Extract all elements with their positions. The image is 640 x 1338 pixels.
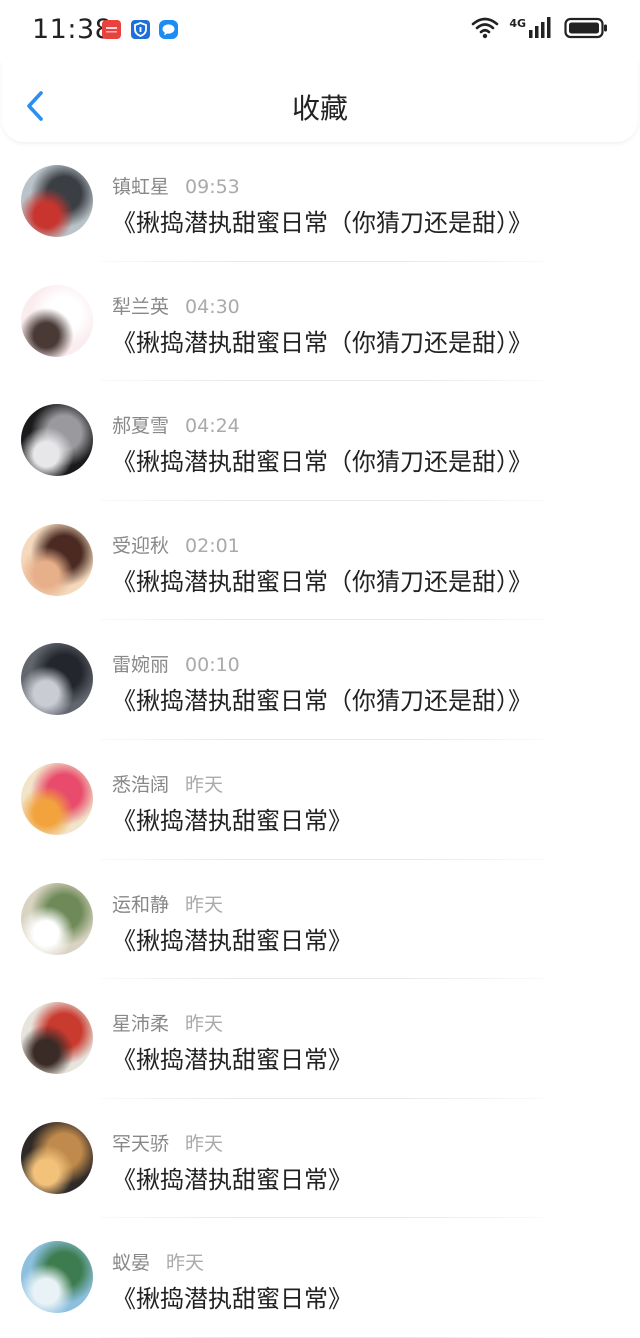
- list-item[interactable]: 星沛柔 昨天《揪捣潜执甜蜜日常》: [0, 979, 640, 1099]
- list-item[interactable]: 镇虹星 09:53 《揪捣潜执甜蜜日常（你猜刀还是甜）》: [0, 142, 640, 262]
- top-app-bar: 收藏: [2, 60, 638, 142]
- straws-avatar[interactable]: [21, 762, 93, 835]
- timestamp: 昨天: [185, 1132, 224, 1155]
- user-name[interactable]: 运和静: [112, 894, 169, 916]
- couple-avatar[interactable]: [21, 523, 93, 596]
- field-avatar[interactable]: [21, 882, 93, 955]
- timestamp: 昨天: [185, 1013, 224, 1036]
- item-meta: 郝夏雪 04:24: [112, 411, 240, 438]
- book-title[interactable]: 《揪捣潜执甜蜜日常》: [112, 1160, 352, 1195]
- user-name[interactable]: 罕天骄: [112, 1133, 169, 1155]
- timestamp: 02:01: [185, 534, 240, 557]
- list-item[interactable]: 受迎秋 02:01 《揪捣潜执甜蜜日常（你猜刀还是甜）》: [0, 501, 640, 621]
- anime-avatar[interactable]: [21, 404, 93, 477]
- network-type-label: 4G: [509, 16, 526, 30]
- list-item[interactable]: 雷婉丽 00:10 《揪捣潜执甜蜜日常（你猜刀还是甜）》: [0, 620, 640, 740]
- timestamp: 昨天: [185, 893, 224, 916]
- sunset-avatar[interactable]: [21, 1121, 93, 1194]
- timestamp: 昨天: [166, 1252, 205, 1275]
- user-name[interactable]: 悉浩阔: [112, 774, 169, 796]
- timestamp: 09:53: [185, 176, 240, 198]
- item-meta: 犁兰英 04:30: [112, 292, 240, 319]
- favorites-list: 镇虹星 09:53 《揪捣潜执甜蜜日常（你猜刀还是甜）》 犁兰英 04:30 《揪捣潜执甜…: [0, 142, 640, 1338]
- status-bar: 11:38 4G: [0, 0, 640, 60]
- user-name[interactable]: 郝夏雪: [112, 415, 169, 437]
- message-notification-icon: [159, 20, 178, 39]
- timestamp: 04:30: [185, 295, 240, 318]
- shield-notification-icon: [131, 20, 150, 39]
- book-title[interactable]: 《揪捣潜执甜蜜日常（你猜刀还是甜）》: [112, 323, 532, 358]
- book-title[interactable]: 《揪捣潜执甜蜜日常》: [112, 1040, 352, 1075]
- item-meta: 星沛柔 昨天: [112, 1009, 223, 1036]
- timestamp: 00:10: [185, 654, 240, 677]
- battery-icon: [564, 17, 608, 43]
- app-notification-icon: [102, 20, 121, 39]
- user-name[interactable]: 雷婉丽: [112, 654, 169, 676]
- list-item[interactable]: 罕天骄 昨天《揪捣潜执甜蜜日常》: [0, 1099, 640, 1219]
- item-meta: 悉浩阔 昨天: [112, 770, 223, 797]
- book-title[interactable]: 《揪捣潜执甜蜜日常》: [112, 1279, 352, 1314]
- page-title: 收藏: [291, 92, 348, 125]
- girl-avatar[interactable]: [21, 643, 93, 716]
- item-meta: 受迎秋 02:01: [112, 531, 240, 558]
- book-title[interactable]: 《揪捣潜执甜蜜日常》: [112, 921, 352, 956]
- item-meta: 蚁晏 昨天: [112, 1248, 204, 1275]
- user-name[interactable]: 星沛柔: [112, 1013, 169, 1035]
- book-title[interactable]: 《揪捣潜执甜蜜日常（你猜刀还是甜）》: [112, 442, 532, 477]
- list-item[interactable]: 蚁晏 昨天《揪捣潜执甜蜜日常》: [0, 1218, 640, 1338]
- cat-avatar[interactable]: [21, 284, 93, 357]
- user-name[interactable]: 镇虹星: [112, 176, 169, 198]
- item-meta: 雷婉丽 00:10: [112, 650, 240, 677]
- list-item[interactable]: 犁兰英 04:30 《揪捣潜执甜蜜日常（你猜刀还是甜）》: [0, 262, 640, 382]
- list-item[interactable]: 郝夏雪 04:24 《揪捣潜执甜蜜日常（你猜刀还是甜）》: [0, 381, 640, 501]
- book-title[interactable]: 《揪捣潜执甜蜜日常》: [112, 801, 352, 836]
- book-title[interactable]: 《揪捣潜执甜蜜日常（你猜刀还是甜）》: [112, 203, 532, 238]
- timestamp: 04:24: [185, 415, 240, 438]
- car-avatar[interactable]: [21, 165, 93, 237]
- user-name[interactable]: 蚁晏: [112, 1252, 150, 1274]
- book-title[interactable]: 《揪捣潜执甜蜜日常（你猜刀还是甜）》: [112, 562, 532, 597]
- wifi-icon: [471, 17, 499, 43]
- status-indicators: 4G: [471, 17, 608, 43]
- book-title[interactable]: 《揪捣潜执甜蜜日常（你猜刀还是甜）》: [112, 681, 532, 716]
- timestamp: 昨天: [185, 773, 224, 796]
- list-item[interactable]: 悉浩阔 昨天《揪捣潜执甜蜜日常》: [0, 740, 640, 860]
- list-item[interactable]: 运和静 昨天《揪捣潜执甜蜜日常》: [0, 860, 640, 980]
- item-meta: 镇虹星 09:53: [112, 172, 240, 199]
- user-name[interactable]: 受迎秋: [112, 535, 169, 557]
- red-girl-avatar[interactable]: [21, 1002, 93, 1075]
- island-avatar[interactable]: [21, 1241, 93, 1314]
- status-time: 11:38: [32, 14, 113, 45]
- user-name[interactable]: 犁兰英: [112, 296, 169, 318]
- item-meta: 罕天骄 昨天: [112, 1129, 223, 1156]
- signal-icon: [528, 16, 554, 44]
- item-meta: 运和静 昨天: [112, 890, 223, 917]
